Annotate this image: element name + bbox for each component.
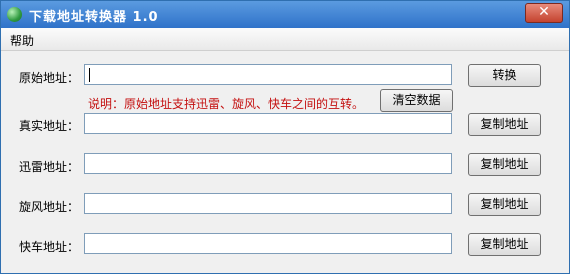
menu-help[interactable]: 帮助 [10, 32, 34, 49]
app-window: 下载地址转换器 1.0 ✕ 帮助 原始地址： 转换 说明：原始地址支持迅雷、旋风… [0, 0, 570, 274]
convert-button[interactable]: 转换 [468, 64, 541, 87]
real-address-input[interactable] [84, 113, 452, 134]
window-title: 下载地址转换器 1.0 [29, 10, 159, 25]
title-bar[interactable]: 下载地址转换器 1.0 ✕ [1, 1, 569, 28]
flashget-address-input[interactable] [84, 233, 452, 254]
original-address-label: 原始地址： [19, 71, 80, 85]
close-button[interactable]: ✕ [525, 3, 563, 23]
original-address-input[interactable] [84, 64, 452, 85]
thunder-address-label: 迅雷地址： [19, 160, 80, 174]
text-cursor [89, 68, 90, 82]
thunder-address-input[interactable] [84, 153, 452, 174]
instruction-note: 说明：原始地址支持迅雷、旋风、快车之间的互转。 [88, 97, 365, 111]
real-address-label: 真实地址： [19, 119, 80, 133]
copy-real-address-button[interactable]: 复制地址 [468, 113, 541, 136]
copy-thunder-address-button[interactable]: 复制地址 [468, 153, 541, 176]
copy-flashget-address-button[interactable]: 复制地址 [468, 233, 541, 256]
flashget-address-label: 快车地址： [19, 240, 80, 254]
clear-data-button[interactable]: 清空数据 [380, 89, 453, 112]
copy-qqxf-address-button[interactable]: 复制地址 [468, 193, 541, 216]
qqxf-address-label: 旋风地址： [19, 200, 80, 214]
menu-bar: 帮助 [1, 28, 569, 51]
app-globe-icon [7, 7, 22, 22]
qqxf-address-input[interactable] [84, 193, 452, 214]
